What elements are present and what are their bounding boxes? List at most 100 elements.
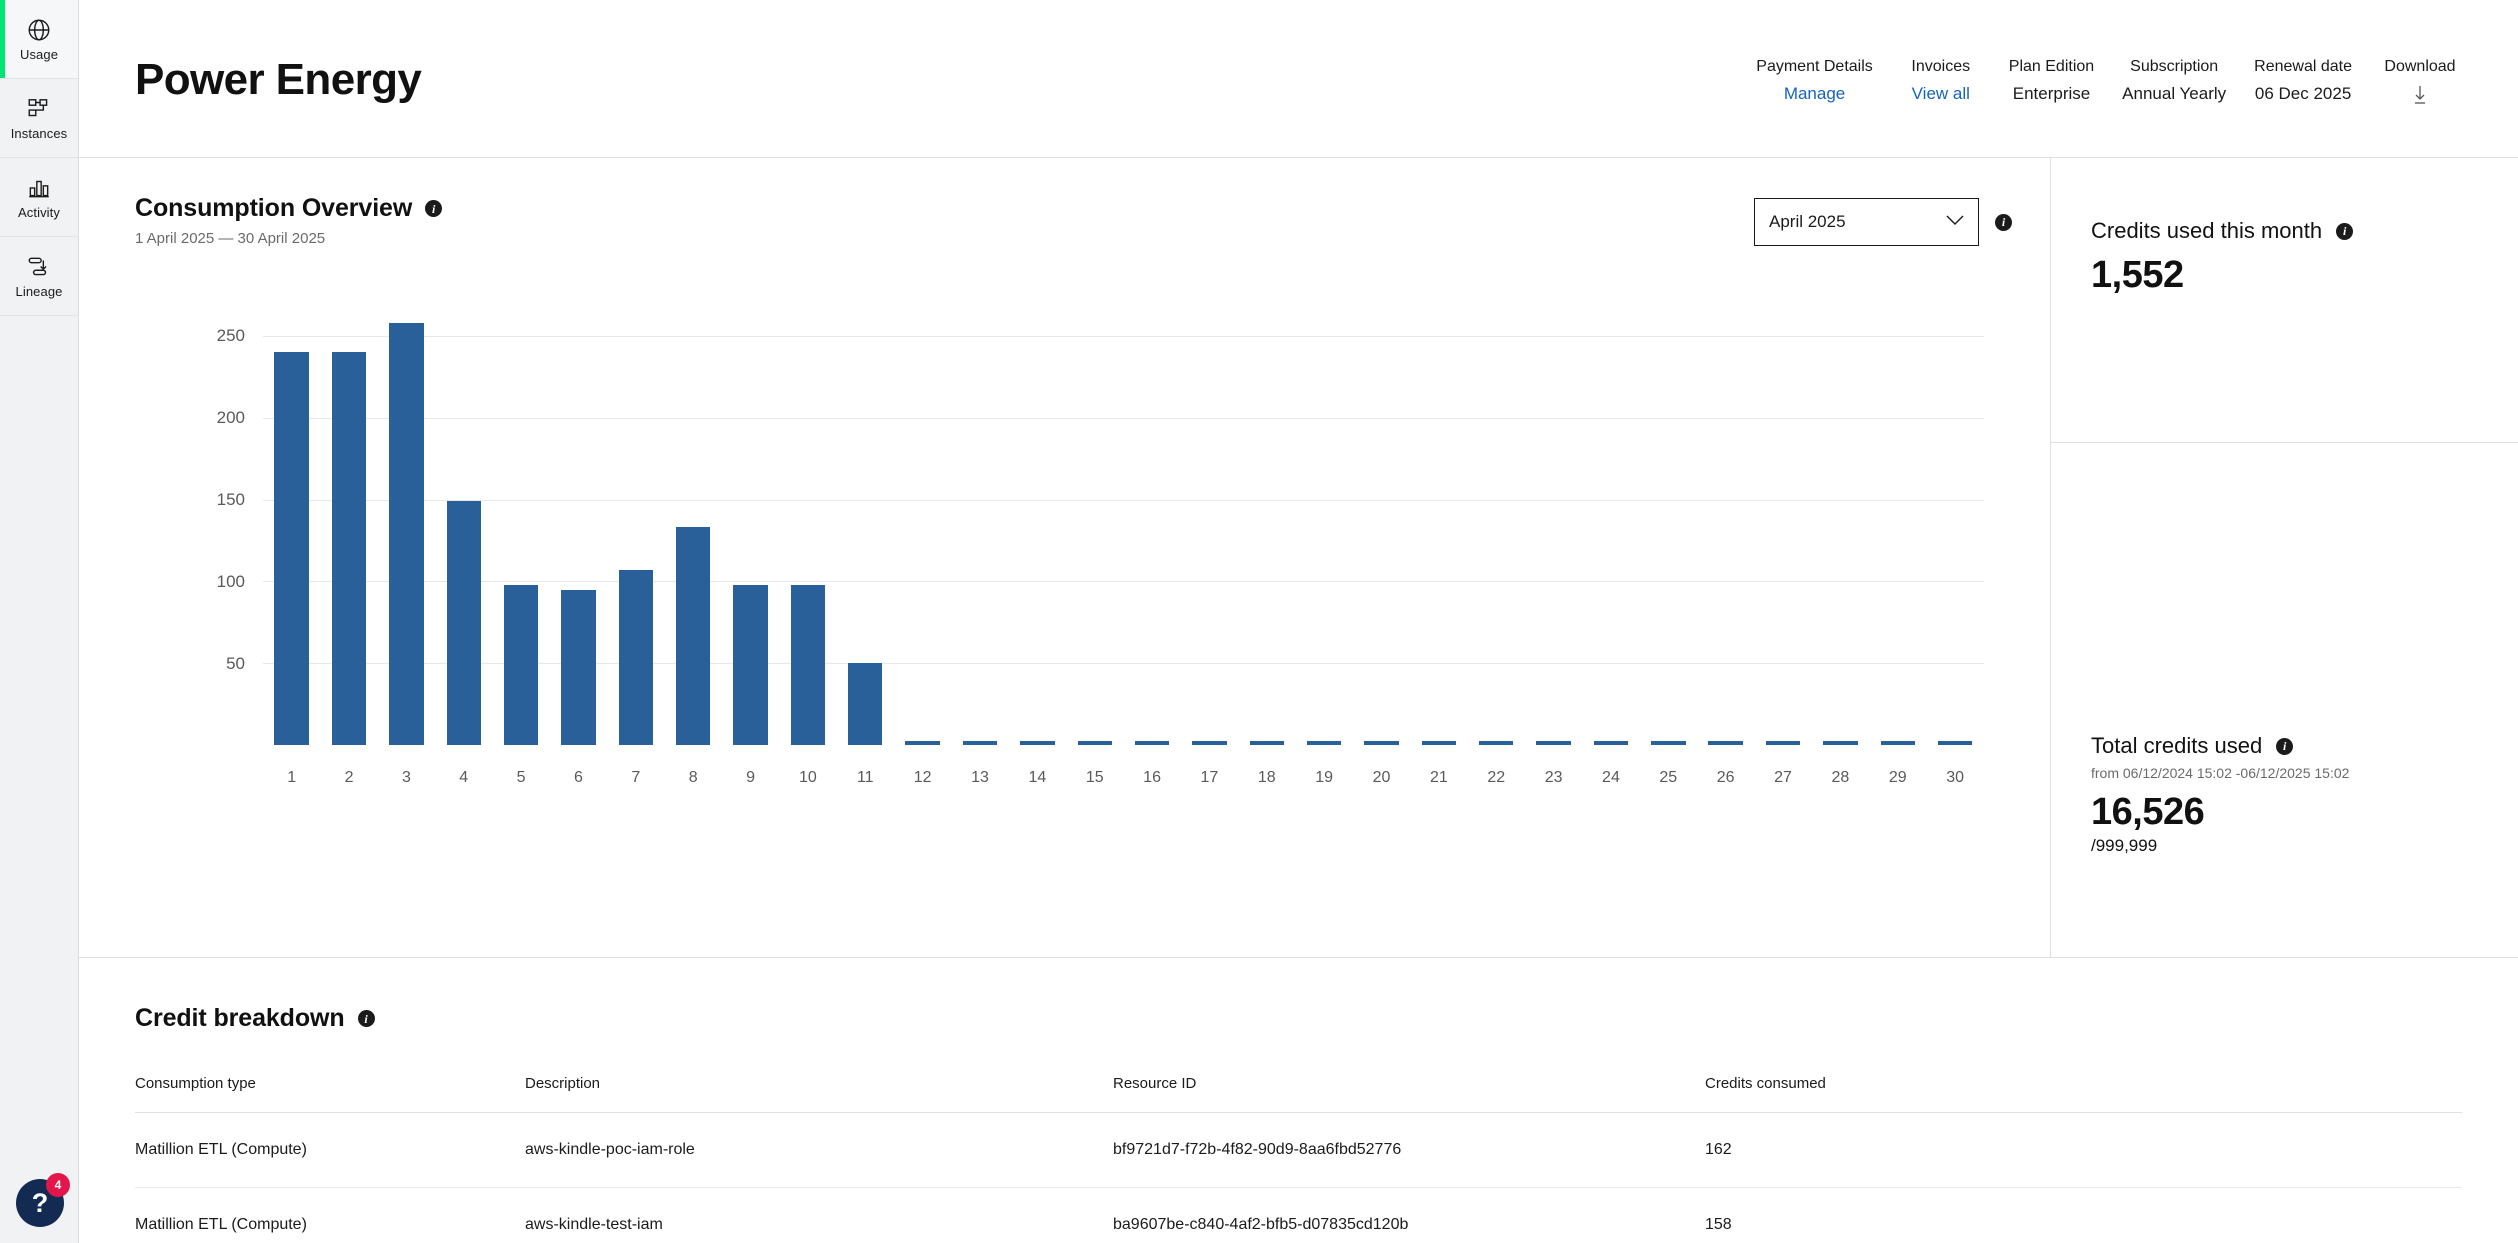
bar-slot: [378, 295, 435, 745]
chart-bar[interactable]: [848, 663, 883, 745]
cell-consumption-type: Matillion ETL (Compute): [135, 1187, 525, 1243]
x-axis-tick-label: 13: [971, 769, 989, 786]
x-axis-tick-label: 12: [913, 769, 932, 786]
chart-bar[interactable]: [1134, 741, 1170, 745]
chart-bar[interactable]: [675, 527, 711, 745]
chart-bar[interactable]: [1421, 741, 1457, 745]
help-button[interactable]: ? 4: [16, 1173, 70, 1227]
sidebar-label-activity: Activity: [18, 205, 60, 220]
x-axis-tick-label: 14: [1028, 769, 1047, 786]
sidebar-item-instances[interactable]: Instances: [0, 79, 78, 158]
chart-bar[interactable]: [1306, 741, 1342, 745]
bar-slot: [435, 295, 492, 745]
x-axis-tick-label: 30: [1946, 769, 1964, 786]
chart-bar[interactable]: [905, 741, 940, 745]
chart-bar[interactable]: [962, 741, 998, 745]
y-axis-tick-label: 50: [226, 653, 245, 673]
manage-payment-link[interactable]: Manage: [1784, 84, 1845, 104]
chart-bar[interactable]: [1880, 741, 1915, 745]
chart-bar[interactable]: [733, 584, 768, 745]
meta-plan-edition: Plan Edition Enterprise: [1995, 56, 2108, 104]
column-header-description[interactable]: Description: [525, 1075, 1113, 1113]
download-arrow-icon[interactable]: [2410, 84, 2430, 111]
bar-slot: [320, 295, 377, 745]
month-select[interactable]: April 2025: [1754, 198, 1979, 246]
bar-slot: [1468, 295, 1525, 745]
bar-slot: [263, 295, 320, 745]
chart-bar[interactable]: [790, 584, 826, 745]
x-axis-tick-label: 15: [1085, 769, 1104, 786]
meta-subscription: Subscription Annual Yearly: [2108, 56, 2240, 104]
total-credits-info-icon[interactable]: i: [2276, 737, 2294, 755]
chart-bar[interactable]: [561, 589, 596, 745]
meta-label-plan-edition: Plan Edition: [2008, 58, 2095, 75]
overview-section: Consumption Overview i 1 April 2025 — 30…: [79, 158, 2518, 958]
chart-bar[interactable]: [1077, 741, 1112, 745]
chart-bar[interactable]: [1479, 741, 1514, 745]
chart-header: Consumption Overview i 1 April 2025 — 30…: [135, 194, 2050, 247]
x-axis-tick-label: 18: [1257, 769, 1276, 786]
sidebar-label-lineage: Lineage: [15, 284, 63, 299]
x-axis-tick-label: 17: [1200, 769, 1219, 786]
bar-slot: [550, 295, 607, 745]
chart-bar[interactable]: [331, 352, 367, 745]
chart-bar[interactable]: [1020, 741, 1055, 745]
y-axis-tick-label: 150: [216, 489, 245, 509]
chart-bar[interactable]: [503, 584, 539, 745]
meta-label-renewal-date: Renewal date: [2254, 58, 2352, 75]
sidebar-item-activity[interactable]: Activity: [0, 158, 78, 237]
sidebar-item-usage[interactable]: Usage: [0, 0, 78, 79]
chart-bar[interactable]: [1536, 741, 1571, 745]
column-header-resource-id[interactable]: Resource ID: [1113, 1075, 1705, 1113]
table-header-row: Consumption type Description Resource ID…: [135, 1075, 2462, 1113]
x-axis-tick-label: 25: [1659, 769, 1678, 786]
bar-slot: [665, 295, 722, 745]
x-axis-tick-label: 19: [1315, 769, 1334, 786]
bar-slot: [837, 295, 894, 745]
chart-bar[interactable]: [1364, 741, 1399, 745]
credits-month-info-icon[interactable]: i: [2336, 222, 2354, 240]
chart-bar[interactable]: [1708, 741, 1743, 745]
bar-slot: [779, 295, 836, 745]
instances-icon: [26, 96, 52, 122]
x-axis-tick-label: 11: [856, 769, 874, 786]
bar-slot: [607, 295, 664, 745]
chart-bar[interactable]: [618, 569, 654, 745]
bar-slot: [1754, 295, 1811, 745]
sidebar-item-lineage[interactable]: Lineage: [0, 237, 78, 316]
x-axis-tick-label: 9: [746, 769, 755, 786]
month-select-info-icon[interactable]: i: [1995, 213, 2012, 231]
y-axis-tick-label: 200: [216, 407, 245, 427]
chart-bar[interactable]: [1823, 741, 1858, 745]
x-axis-tick-label: 16: [1143, 769, 1161, 786]
total-credits-range: from 06/12/2024 15:02 -06/12/2025 15:02: [2091, 765, 2350, 781]
chart-bar[interactable]: [1192, 741, 1227, 745]
credit-breakdown-info-icon[interactable]: i: [357, 1010, 375, 1027]
chart-controls: April 2025 i: [1754, 198, 2012, 246]
chart-bar[interactable]: [1765, 741, 1801, 745]
bar-slot: [1582, 295, 1639, 745]
view-all-invoices-link[interactable]: View all: [1912, 84, 1970, 104]
bar-slot: [1353, 295, 1410, 745]
chart-bar[interactable]: [389, 322, 424, 745]
cell-credits-consumed: 158: [1705, 1187, 2462, 1243]
bar-slot: [1869, 295, 1926, 745]
chart-bar[interactable]: [1249, 741, 1284, 745]
credits-used-this-month-card: Credits used this month i 1,552: [2051, 158, 2518, 442]
header-meta-group: Payment Details Manage Invoices View all…: [1742, 56, 2486, 111]
chart-bar[interactable]: [274, 352, 309, 745]
info-icon[interactable]: i: [425, 200, 443, 217]
x-axis-tick-label: 7: [631, 769, 641, 786]
table-row[interactable]: Matillion ETL (Compute) aws-kindle-poc-i…: [135, 1112, 2462, 1188]
column-header-credits-consumed[interactable]: Credits consumed: [1705, 1075, 2462, 1113]
y-axis-tick-label: 250: [216, 325, 245, 345]
chart-bar[interactable]: [446, 501, 481, 745]
table-row[interactable]: Matillion ETL (Compute) aws-kindle-test-…: [135, 1187, 2462, 1243]
column-header-consumption-type[interactable]: Consumption type: [135, 1075, 525, 1113]
x-axis-tick-label: 10: [799, 769, 817, 786]
chart-bar[interactable]: [1651, 741, 1686, 745]
chart-bar[interactable]: [1593, 741, 1629, 745]
total-credits-value: 16,526: [2091, 791, 2205, 833]
bar-slot: [894, 295, 951, 745]
chart-bar[interactable]: [1937, 741, 1973, 745]
